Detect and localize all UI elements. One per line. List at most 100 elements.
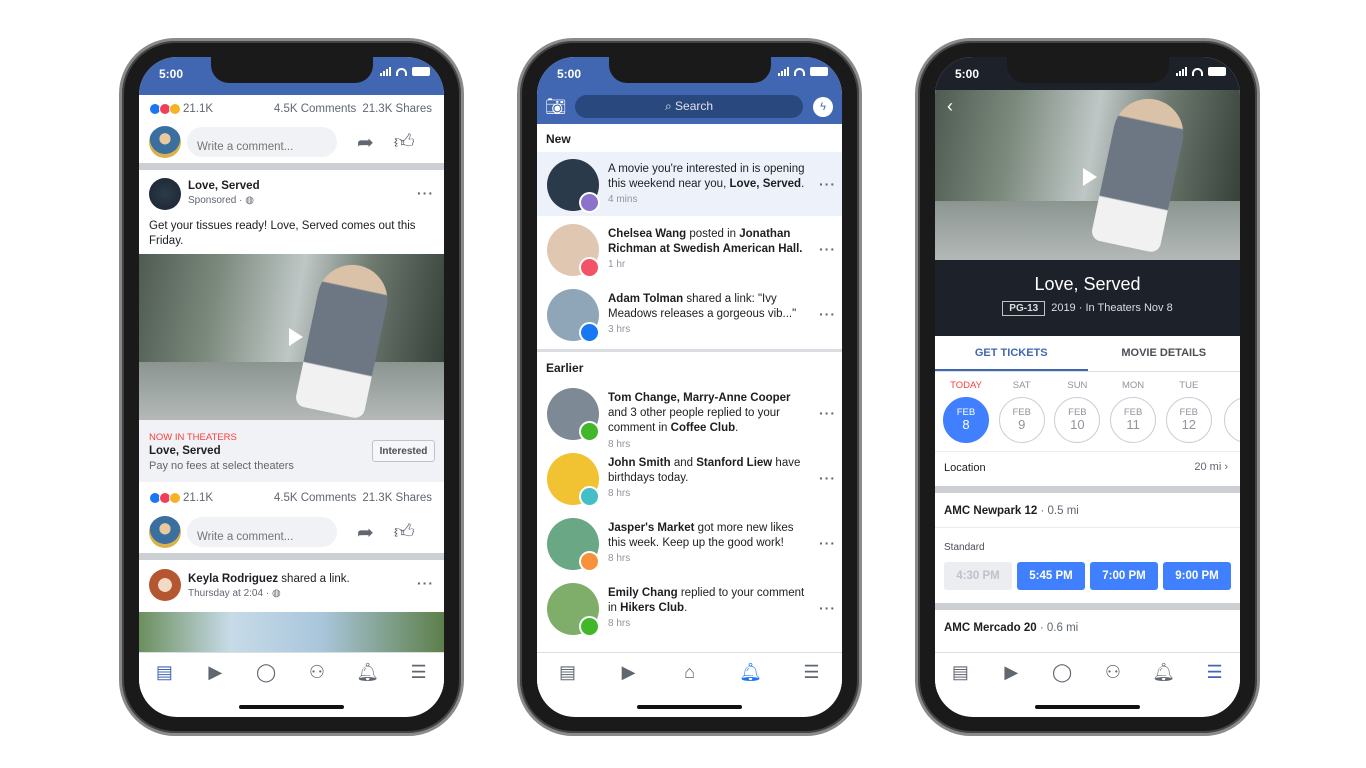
interested-button[interactable]: Interested: [372, 440, 435, 462]
date-circle[interactable]: FEB 9: [998, 397, 1045, 443]
more-options-icon[interactable]: ···: [819, 535, 836, 551]
showtime-button[interactable]: 5:45 PM: [1017, 562, 1085, 590]
day-name: MON: [1122, 380, 1145, 391]
profile-tab-icon[interactable]: ◯: [254, 662, 278, 684]
text-segment: Love, Served: [729, 178, 802, 190]
notification-item[interactable]: Tom Change, Marry-Anne Cooper and 3 othe…: [537, 381, 842, 450]
notifications-tab-icon[interactable]: 🔔︎: [739, 662, 763, 684]
link-image[interactable]: [139, 612, 444, 652]
date-option[interactable]: MON FEB 11: [1110, 380, 1157, 443]
more-options-icon[interactable]: ···: [819, 306, 836, 322]
menu-tab-icon[interactable]: ☰: [800, 662, 824, 684]
profile-tab-icon[interactable]: ◯: [1050, 662, 1074, 684]
home-indicator: [637, 705, 742, 709]
divider: [139, 163, 444, 170]
menu-tab-icon[interactable]: ☰: [1203, 662, 1227, 684]
notification-item[interactable]: Adam Tolman shared a link: "Ivy Meadows …: [537, 282, 842, 346]
rating-badge: PG-13: [1002, 301, 1046, 316]
more-options-icon[interactable]: ···: [819, 470, 836, 486]
date-option[interactable]: TUE FEB 12: [1165, 380, 1212, 443]
play-icon[interactable]: [1083, 168, 1097, 186]
watch-tab-icon[interactable]: ▶: [617, 662, 641, 684]
tab-movie-details[interactable]: MOVIE DETAILS: [1088, 336, 1241, 371]
theater-1[interactable]: AMC Newpark 12 · 0.5 mi: [944, 505, 1079, 517]
phone-notifications: 5:00 📷︎ ⌕ Search ϟ New Earlier ▤ ▶ ⌂ 🔔︎ …: [517, 38, 862, 736]
messenger-icon[interactable]: ϟ: [813, 97, 833, 117]
theater-distance: · 0.6 mi: [1036, 622, 1079, 634]
text-segment: .: [801, 178, 805, 190]
date-circle[interactable]: FEB 8: [943, 397, 989, 443]
notification-item[interactable]: Chelsea Wang posted in Jonathan Richman …: [537, 217, 842, 281]
play-icon[interactable]: [289, 328, 303, 346]
notification-item[interactable]: Emily Chang replied to your comment in H…: [537, 576, 842, 640]
date-circle[interactable]: FEB 12: [1165, 397, 1212, 443]
more-options-icon[interactable]: ···: [417, 185, 434, 201]
back-icon[interactable]: ‹: [947, 96, 953, 117]
notification-text: Adam Tolman shared a link: "Ivy Meadows …: [608, 292, 808, 322]
share-time: Thursday at 2:04 ·: [188, 588, 270, 599]
phone-movie-tickets: 5:00 ‹ Love, Served PG-13 2019 · In Theat…: [915, 38, 1260, 736]
notification-item[interactable]: Jasper's Market got more new likes this …: [537, 511, 842, 575]
comment-count[interactable]: 4.5K Comments: [274, 492, 356, 504]
groups-tab-icon[interactable]: ⚇: [1101, 662, 1125, 684]
status-time: 5:00: [159, 67, 184, 81]
news-feed-tab-icon[interactable]: ▤: [556, 662, 580, 684]
tab-get-tickets[interactable]: GET TICKETS: [935, 336, 1088, 371]
day: 10: [1070, 417, 1085, 432]
watch-tab-icon[interactable]: ▶: [203, 662, 227, 684]
theater-2[interactable]: AMC Mercado 20 · 0.6 mi: [944, 622, 1078, 634]
trailer-video[interactable]: ‹: [935, 90, 1240, 260]
comment-count[interactable]: 4.5K Comments: [274, 103, 356, 115]
comment-input[interactable]: [187, 127, 337, 157]
comment-input[interactable]: [187, 517, 337, 547]
date-option[interactable]: TODAY FEB 8: [943, 380, 989, 443]
share-count[interactable]: 21.3K Shares: [362, 492, 432, 504]
groups-tab-icon[interactable]: ⚇: [305, 662, 329, 684]
watch-tab-icon[interactable]: ▶: [999, 662, 1023, 684]
more-options-icon[interactable]: ···: [417, 575, 434, 591]
more-options-icon[interactable]: ···: [819, 176, 836, 192]
date-option[interactable]: SAT FEB 9: [998, 380, 1045, 443]
notifications-tab-icon[interactable]: 🔔︎: [356, 662, 380, 684]
date-circle[interactable]: FEB 10: [1054, 397, 1101, 443]
search-bar[interactable]: ⌕ Search: [575, 95, 803, 118]
notification-item[interactable]: A movie you're interested in is opening …: [537, 152, 842, 216]
notification-text: Tom Change, Marry-Anne Cooper and 3 othe…: [608, 391, 808, 436]
share-icon[interactable]: ➦: [357, 520, 374, 545]
reactions-icon: [149, 103, 181, 115]
reaction-count: 21.1K: [183, 103, 214, 115]
more-options-icon[interactable]: ···: [819, 600, 836, 616]
camera-icon[interactable]: 📷︎: [545, 97, 567, 117]
post-author[interactable]: Love, Served: [188, 180, 260, 192]
showtime-button[interactable]: 7:00 PM: [1090, 562, 1158, 590]
keyla-avatar[interactable]: [149, 569, 181, 601]
news-feed-screen: 5:00 21.1K4.5K Comments21.3K Shares ➦👍︎ …: [139, 57, 444, 717]
more-options-icon[interactable]: ···: [819, 405, 836, 421]
post-video[interactable]: [139, 254, 444, 420]
like-icon[interactable]: 👍︎: [394, 520, 415, 544]
release-date: In Theaters Nov 8: [1085, 302, 1173, 314]
notification-time: 4 mins: [608, 194, 638, 205]
news-feed-tab-icon[interactable]: ▤: [152, 662, 176, 684]
share-author[interactable]: Keyla Rodriguez: [188, 573, 278, 585]
location-selector[interactable]: 20 mi ›: [1194, 461, 1228, 473]
text-segment: Stanford Liew: [696, 457, 773, 469]
date-option[interactable]: SUN FEB 10: [1054, 380, 1101, 443]
news-feed-tab-icon[interactable]: ▤: [948, 662, 972, 684]
more-options-icon[interactable]: ···: [819, 241, 836, 257]
reaction-summary[interactable]: 21.1K 4.5K Comments 21.3K Shares: [149, 103, 432, 115]
showtime-button[interactable]: 9:00 PM: [1163, 562, 1231, 590]
notifications-tab-icon[interactable]: 🔔︎: [1152, 662, 1176, 684]
share-count[interactable]: 21.3K Shares: [362, 103, 432, 115]
home-indicator: [239, 705, 344, 709]
page-avatar[interactable]: [149, 178, 181, 210]
notification-item[interactable]: John Smith and Stanford Liew have birthd…: [537, 446, 842, 510]
reaction-summary[interactable]: 21.1K 4.5K Comments 21.3K Shares: [149, 492, 432, 504]
date-option-partial[interactable]: [1224, 380, 1240, 443]
marketplace-tab-icon[interactable]: ⌂: [678, 662, 702, 684]
day: 12: [1181, 417, 1197, 432]
like-icon[interactable]: 👍︎: [394, 130, 415, 154]
share-icon[interactable]: ➦: [357, 130, 374, 155]
date-circle[interactable]: FEB 11: [1110, 397, 1157, 443]
menu-tab-icon[interactable]: ☰: [407, 662, 431, 684]
